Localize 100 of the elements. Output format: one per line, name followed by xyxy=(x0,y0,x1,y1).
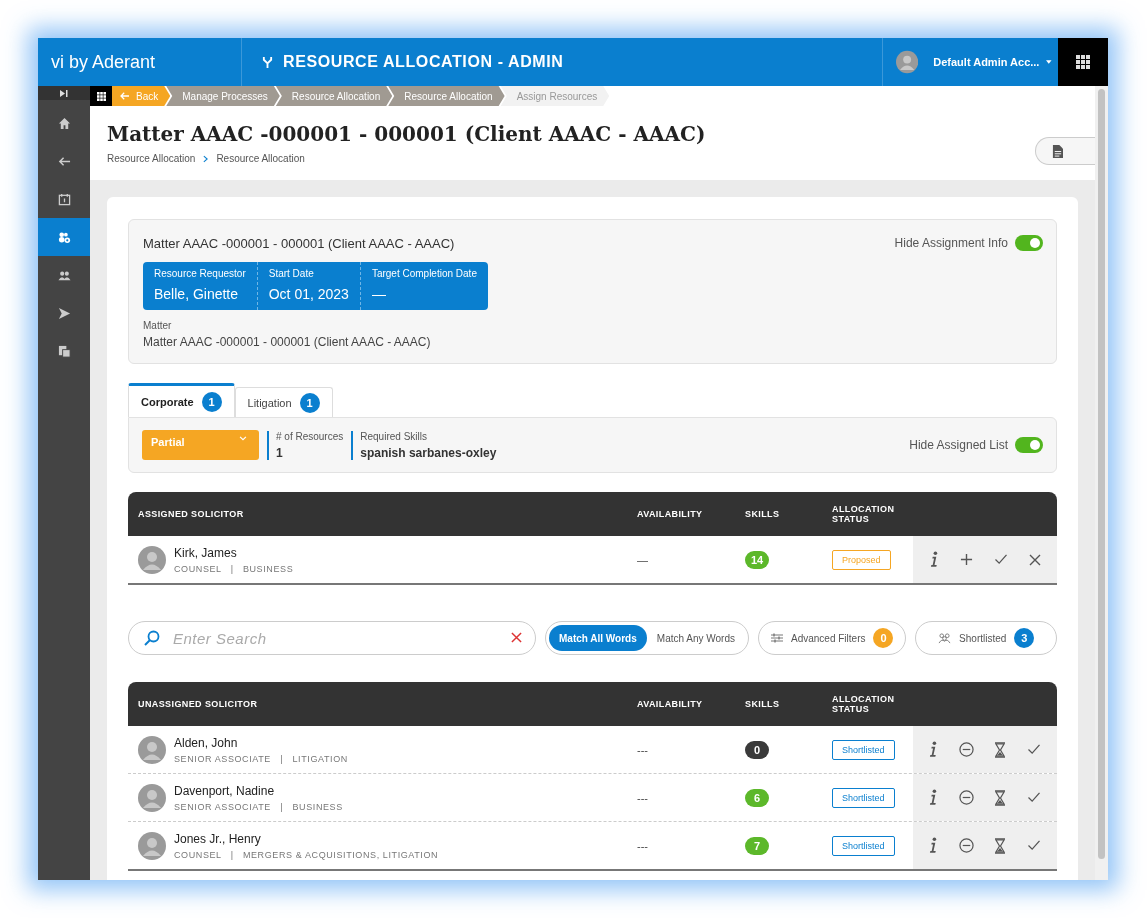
avatar-icon xyxy=(896,48,919,76)
toggle-switch[interactable] xyxy=(1015,437,1043,453)
solicitor-name: Jones Jr., Henry xyxy=(174,831,262,846)
advanced-filters-button[interactable]: Advanced Filters 0 xyxy=(758,621,907,655)
column-header: AVAILABILITY xyxy=(637,509,704,519)
home-icon xyxy=(57,116,71,130)
skills-count-badge: 14 xyxy=(745,551,769,569)
status-badge: Shortlisted xyxy=(832,836,895,856)
breadcrumb-link[interactable]: Manage Processes xyxy=(166,86,280,106)
status-badge: Proposed xyxy=(832,550,891,570)
availability-cell-text: --- xyxy=(637,791,649,804)
caret-icon xyxy=(1046,60,1052,64)
breadcrumb-current: Assign Resources xyxy=(500,86,610,106)
check-icon xyxy=(993,554,1008,565)
check-icon xyxy=(1026,792,1041,803)
field-value: — xyxy=(371,286,387,302)
status-badge: Shortlisted xyxy=(832,788,895,808)
branch-icon xyxy=(262,55,273,69)
check-icon xyxy=(1026,840,1041,851)
remove-button[interactable] xyxy=(956,740,976,759)
column-header: SKILLS xyxy=(745,509,781,519)
field-label: Required Skills xyxy=(360,430,428,442)
shortlisted-button[interactable]: Shortlisted 3 xyxy=(915,621,1057,655)
solicitor-role: SENIOR ASSOCIATE | BUSINESS xyxy=(174,801,343,812)
breadcrumb-link[interactable]: Resource Allocation xyxy=(216,153,305,164)
remove-button[interactable] xyxy=(956,836,976,855)
field-value: Matter AAAC -000001 - 000001 (Client AAAC - AAAC) xyxy=(143,335,432,349)
column-header: SKILLS xyxy=(745,699,781,709)
field-value: 1 xyxy=(276,445,284,460)
field-label: Matter xyxy=(143,320,173,331)
apps-button[interactable] xyxy=(90,86,112,106)
info-icon xyxy=(929,741,939,758)
field-value: Belle, Ginette xyxy=(154,286,240,302)
minus-circle-icon xyxy=(958,790,974,805)
tab[interactable]: Litigation 1 xyxy=(234,387,333,417)
close-icon xyxy=(1028,553,1041,566)
app-launcher-button[interactable] xyxy=(1058,38,1108,86)
info-icon xyxy=(929,789,939,806)
document-button[interactable] xyxy=(1035,137,1095,165)
search-field[interactable]: Enter Search xyxy=(128,621,536,655)
page-title: Matter AAAC -000001 - 000001 (Client AAAC - AAAC) xyxy=(107,122,706,146)
app-title: RESOURCE ALLOCATION - ADMIN xyxy=(283,53,564,71)
toggle-switch[interactable] xyxy=(1015,235,1043,251)
solicitor-role: COUNSEL | MERGERS & ACQUISITIONS, LITIGATION xyxy=(174,849,439,860)
toggle-label: Hide Assigned List xyxy=(909,438,1008,452)
hourglass-icon xyxy=(994,837,1007,854)
status-badge: Shortlisted xyxy=(832,740,895,760)
scrollbar-thumb[interactable] xyxy=(1098,89,1105,859)
solicitor-name: Kirk, James xyxy=(174,545,238,560)
assignment-title: Matter AAAC -000001 - 000001 (Client AAAC - AAAC) xyxy=(143,235,455,251)
minus-circle-icon xyxy=(958,742,974,757)
plus-icon xyxy=(959,553,973,566)
column-header: ALLOCATION STATUS xyxy=(832,694,896,714)
field-value: spanish sarbanes-oxley xyxy=(360,445,497,460)
tab[interactable]: Corporate 1 xyxy=(128,383,235,417)
hourglass-icon xyxy=(994,741,1007,758)
solicitor-role: COUNSEL | BUSINESS xyxy=(174,563,294,574)
hourglass-icon xyxy=(994,789,1007,806)
column-header: ASSIGNED SOLICITOR xyxy=(138,509,245,519)
field-label: # of Resources xyxy=(276,430,344,442)
match-option[interactable]: Match Any Words xyxy=(646,625,745,651)
breadcrumb-link[interactable]: Resource Allocation xyxy=(388,86,505,106)
info-icon xyxy=(929,837,939,854)
field-value: Oct 01, 2023 xyxy=(268,286,349,302)
remove-button[interactable] xyxy=(956,788,976,807)
column-header: AVAILABILITY xyxy=(637,699,704,709)
availability-cell-text: --- xyxy=(637,743,649,756)
avatar-icon xyxy=(138,831,166,860)
avatar-icon xyxy=(138,783,166,812)
clear-icon[interactable] xyxy=(511,632,522,643)
sidebar-item[interactable] xyxy=(38,218,90,256)
field-label: Target Completion Date xyxy=(371,268,477,279)
sliders-icon xyxy=(771,633,783,643)
column-header: UNASSIGNED SOLICITOR xyxy=(138,699,259,709)
breadcrumb-link[interactable]: Resource Allocation xyxy=(275,86,393,106)
column-header: ALLOCATION STATUS xyxy=(832,504,896,524)
chevron-down-icon xyxy=(239,436,247,441)
field-label: Start Date xyxy=(268,268,315,279)
solicitor-role: SENIOR ASSOCIATE | LITIGATION xyxy=(174,753,348,764)
info-icon xyxy=(929,551,939,568)
documents-icon xyxy=(57,344,71,358)
avatar-icon xyxy=(138,735,166,764)
skills-count-badge: 0 xyxy=(745,741,769,759)
skills-count-badge: 7 xyxy=(745,837,769,855)
skip-end-icon xyxy=(60,89,68,97)
skills-count-badge: 6 xyxy=(745,789,769,807)
minus-circle-icon xyxy=(958,838,974,853)
people-icon xyxy=(938,632,952,644)
solicitor-name: Davenport, Nadine xyxy=(174,783,276,798)
check-icon xyxy=(1026,744,1041,755)
calendar-icon xyxy=(57,192,71,206)
toggle-label: Hide Assignment Info xyxy=(894,236,1008,250)
availability-cell-text: — xyxy=(637,553,649,566)
expand-sidebar-button[interactable] xyxy=(38,86,90,100)
grid-icon xyxy=(1076,55,1090,69)
arrow-left-icon xyxy=(120,92,130,100)
match-option[interactable]: Match All Words xyxy=(549,625,647,651)
grid-icon xyxy=(96,91,106,101)
document-icon xyxy=(1052,144,1063,158)
breadcrumb-link[interactable]: Resource Allocation xyxy=(107,153,196,164)
